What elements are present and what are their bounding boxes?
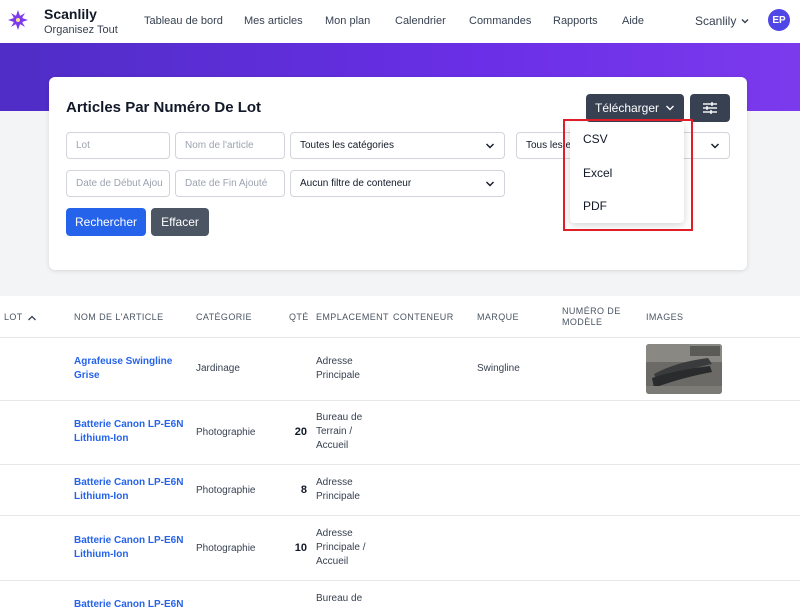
column-header-category[interactable]: CATÉGORIE	[196, 312, 252, 323]
search-button[interactable]: Rechercher	[66, 208, 146, 236]
category-cell: Photographie	[196, 427, 256, 438]
location-line: Adresse	[316, 477, 353, 488]
qty-cell: 10	[294, 542, 307, 554]
container-select[interactable]: Aucun filtre de conteneur	[290, 170, 505, 197]
item-name-link[interactable]: Batterie Canon LP-E6N Lithium-Ion	[74, 534, 183, 562]
item-name-link[interactable]: Agrafeuse Swingline Grise	[74, 355, 172, 383]
brand-cell: Swingline	[477, 363, 520, 374]
item-thumbnail[interactable]	[646, 344, 722, 394]
nav-reports[interactable]: Rapports	[553, 15, 598, 27]
row-divider	[0, 337, 800, 338]
chevron-up-icon	[27, 315, 36, 320]
column-header-model-line2: MODÈLE	[562, 317, 603, 327]
container-select-value: Aucun filtre de conteneur	[300, 178, 412, 189]
column-header-qty[interactable]: QTÉ	[289, 312, 309, 323]
item-name-link[interactable]: Batterie Canon LP-E6N	[74, 598, 183, 607]
avatar[interactable]: EP	[768, 9, 790, 31]
column-header-images: IMAGES	[646, 312, 684, 322]
column-header-name[interactable]: NOM DE L'ARTICLE	[74, 312, 163, 323]
nav-calendar[interactable]: Calendrier	[395, 15, 446, 27]
location-line: Adresse	[316, 528, 353, 539]
column-header-container[interactable]: CONTENEUR	[393, 312, 454, 323]
start-date-input[interactable]: Date de Début Ajou	[66, 170, 170, 197]
location-line: Adresse	[316, 356, 353, 367]
location-line: Accueil	[316, 556, 349, 567]
column-header-brand[interactable]: MARQUE	[477, 312, 519, 323]
stapler-image	[646, 344, 722, 394]
chevron-down-icon	[666, 105, 675, 111]
location-line: Terrain /	[316, 426, 353, 437]
item-name-line: Batterie Canon LP-E6N	[74, 599, 184, 607]
category-cell: Photographie	[196, 485, 256, 496]
location-cell: Bureau de	[316, 592, 362, 606]
location-line: Bureau de	[316, 412, 363, 423]
nav-my-plan[interactable]: Mon plan	[325, 15, 370, 27]
item-name-line: Lithium-Ion	[74, 433, 129, 444]
user-menu[interactable]: Scanlily	[695, 14, 750, 28]
location-line: Principale	[316, 370, 360, 381]
column-header-model-line1: NUMÉRO DE	[562, 306, 621, 316]
column-header-model[interactable]: NUMÉRO DE MODÈLE	[562, 306, 621, 328]
brand-tagline: Organisez Tout	[44, 24, 118, 36]
nav-orders[interactable]: Commandes	[469, 15, 531, 27]
location-cell: Adresse Principale	[316, 476, 360, 504]
nav-my-items[interactable]: Mes articles	[244, 15, 303, 27]
scanlily-logo-icon[interactable]	[8, 10, 28, 30]
row-divider	[0, 515, 800, 516]
location-line: Accueil	[316, 440, 349, 451]
item-name-line: Lithium-Ion	[74, 549, 129, 560]
item-name-line: Batterie Canon LP-E6N	[74, 419, 184, 430]
item-name-input[interactable]: Nom de l'article	[175, 132, 285, 159]
top-navbar: Scanlily Organisez Tout Tableau de bord …	[0, 0, 800, 43]
brand-name[interactable]: Scanlily	[44, 6, 97, 22]
item-name-link[interactable]: Batterie Canon LP-E6N Lithium-Ion	[74, 476, 183, 504]
category-select-value: Toutes les catégories	[300, 140, 394, 151]
category-cell: Jardinage	[196, 363, 240, 374]
items-table: LOT NOM DE L'ARTICLE CATÉGORIE QTÉ EMPLA…	[0, 296, 800, 607]
chevron-down-icon	[486, 143, 494, 148]
end-date-input[interactable]: Date de Fin Ajouté	[175, 170, 285, 197]
location-cell: Adresse Principale / Accueil	[316, 527, 365, 569]
item-name-line: Batterie Canon LP-E6N	[74, 477, 184, 488]
category-cell: Photographie	[196, 543, 256, 554]
row-divider	[0, 464, 800, 465]
item-name-line: Batterie Canon LP-E6N	[74, 535, 184, 546]
item-name-line: Grise	[74, 370, 100, 381]
column-header-location[interactable]: EMPLACEMENT	[316, 312, 389, 323]
highlight-box	[563, 119, 693, 231]
location-line: Principale /	[316, 542, 366, 553]
page-title: Articles Par Numéro De Lot	[66, 99, 262, 116]
download-button-label: Télécharger	[594, 101, 660, 115]
location-cell: Bureau de Terrain / Accueil	[316, 411, 362, 453]
location-cell: Adresse Principale	[316, 355, 360, 383]
qty-cell: 20	[294, 426, 307, 438]
chevron-down-icon	[741, 19, 749, 24]
item-name-link[interactable]: Batterie Canon LP-E6N Lithium-Ion	[74, 418, 183, 446]
sliders-icon	[703, 102, 717, 114]
column-header-lot[interactable]: LOT	[4, 312, 37, 323]
filter-settings-button[interactable]	[690, 94, 730, 122]
lot-input[interactable]: Lot	[66, 132, 170, 159]
chevron-down-icon	[486, 181, 494, 186]
clear-button[interactable]: Effacer	[151, 208, 209, 236]
row-divider	[0, 580, 800, 581]
download-button[interactable]: Télécharger	[586, 94, 684, 122]
nav-dashboard[interactable]: Tableau de bord	[144, 15, 223, 27]
column-header-lot-label: LOT	[4, 312, 23, 322]
location-line: Principale	[316, 491, 360, 502]
item-name-line: Lithium-Ion	[74, 491, 129, 502]
location-line: Bureau de	[316, 593, 363, 604]
nav-help[interactable]: Aide	[622, 15, 644, 27]
row-divider	[0, 400, 800, 401]
item-name-line: Agrafeuse Swingline	[74, 356, 173, 367]
qty-cell: 8	[300, 484, 307, 496]
chevron-down-icon	[711, 143, 719, 148]
user-name: Scanlily	[695, 14, 737, 28]
category-select[interactable]: Toutes les catégories	[290, 132, 505, 159]
